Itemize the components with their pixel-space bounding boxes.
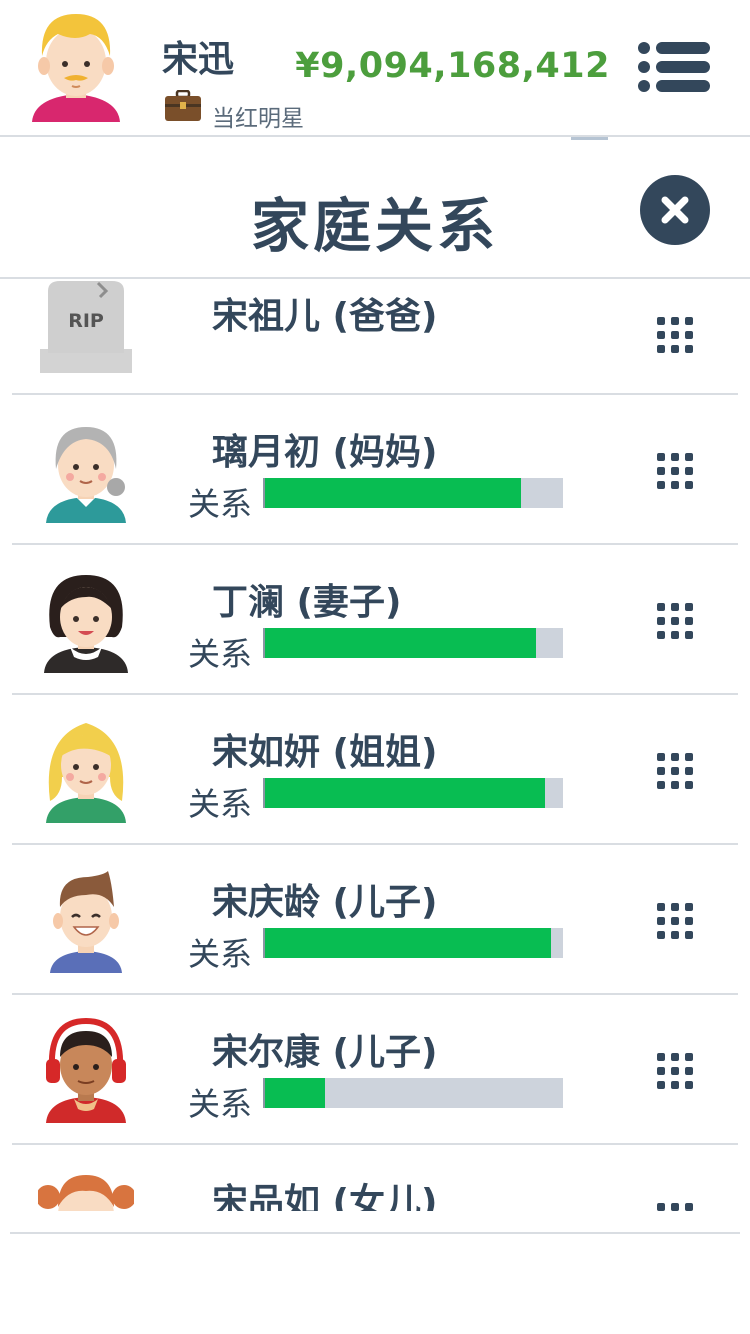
grid-icon[interactable] (657, 453, 693, 489)
relationship-bar (263, 628, 563, 658)
job-label: 当红明星 (212, 106, 304, 132)
avatar-boy-headphones (38, 1017, 134, 1123)
relationship-label: 关系 (188, 635, 253, 673)
relationship-bar (263, 928, 563, 958)
relative-name: 宋祖儿 (爸爸) (212, 296, 438, 337)
rip-text: RIP (68, 310, 104, 332)
list-item[interactable]: RIP 宋祖儿 (爸爸) (12, 279, 738, 395)
menu-icon[interactable] (638, 38, 712, 96)
relationship-label: 关系 (188, 1085, 253, 1123)
relationship-bar-fill (265, 628, 537, 658)
page-title: 家庭关系 (250, 192, 499, 260)
list-item[interactable]: 丁澜 (妻子) 关系 (12, 545, 738, 695)
relationship-bar-fill (265, 778, 546, 808)
relative-name: 璃月初 (妈妈) (212, 432, 438, 473)
money-balance: ¥9,094,168,412 (295, 46, 610, 86)
grid-icon[interactable] (657, 1203, 693, 1211)
relationship-bar (263, 478, 563, 508)
relationship-bar-fill (265, 478, 522, 508)
avatar-girl-pigtails (36, 1167, 136, 1211)
list-bottom-divider (10, 1232, 740, 1234)
player-avatar[interactable] (28, 10, 124, 124)
modal-title-bar: 家庭关系 (0, 139, 750, 279)
relative-name: 宋品如 (女儿) (212, 1182, 438, 1211)
list-item[interactable]: 璃月初 (妈妈) 关系 (12, 395, 738, 545)
player-name: 宋迅 (162, 39, 235, 80)
grid-icon[interactable] (657, 603, 693, 639)
grid-icon[interactable] (657, 903, 693, 939)
list-item[interactable]: 宋如妍 (姐姐) 关系 (12, 695, 738, 845)
relationship-bar (263, 778, 563, 808)
relationship-label: 关系 (188, 785, 253, 823)
list-item[interactable]: 宋品如 (女儿) 关系 (12, 1145, 738, 1211)
relative-name: 宋庆龄 (儿子) (212, 882, 438, 923)
relationship-bar (263, 1078, 563, 1108)
close-icon[interactable] (640, 175, 710, 245)
grid-icon[interactable] (657, 1053, 693, 1089)
relative-name: 宋如妍 (姐姐) (212, 732, 438, 773)
relationship-bar-fill (265, 1078, 325, 1108)
avatar-woman (38, 567, 134, 673)
list-item[interactable]: 宋庆龄 (儿子) 关系 (12, 845, 738, 995)
avatar-boy-laughing (38, 867, 134, 973)
relative-name: 丁澜 (妻子) (212, 582, 402, 623)
briefcase-icon (164, 89, 202, 122)
relationship-bar-fill (265, 928, 552, 958)
relative-name: 宋尔康 (儿子) (212, 1032, 438, 1073)
avatar-grandma (38, 417, 134, 523)
family-list[interactable]: RIP 宋祖儿 (爸爸) 璃月初 (妈妈) 关系 丁澜 (妻子) 关系 宋如妍 … (12, 279, 738, 1211)
list-item[interactable]: 宋尔康 (儿子) 关系 (12, 995, 738, 1145)
relationship-label: 关系 (188, 935, 253, 973)
tombstone-icon: RIP (40, 281, 132, 373)
avatar-girl-blonde (38, 717, 134, 823)
grid-icon[interactable] (657, 753, 693, 789)
top-header: 宋迅 当红明星 ¥9,094,168,412 (0, 0, 750, 137)
grid-icon[interactable] (657, 317, 693, 353)
relationship-label: 关系 (188, 485, 253, 523)
